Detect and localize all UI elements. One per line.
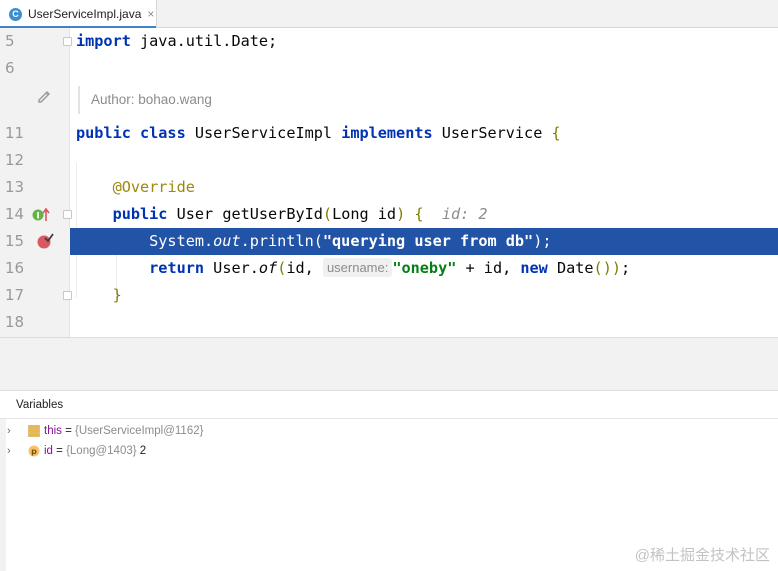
code-line[interactable]: 6 — [0, 55, 778, 82]
code-line[interactable]: 13 @Override — [0, 174, 778, 201]
close-icon[interactable]: × — [147, 7, 154, 21]
variable-name: id — [44, 445, 53, 457]
tab-filename: UserServiceImpl.java — [28, 7, 142, 21]
panel-splitter[interactable] — [0, 337, 778, 391]
code-text: public User getUserById(Long id) { id: 2 — [112, 205, 488, 223]
line-number: 5 — [5, 32, 15, 50]
debug-inline-value: id: 2 — [441, 205, 488, 223]
variable-type: {UserServiceImpl@1162} — [75, 425, 204, 437]
variable-type: {Long@1403} — [66, 445, 137, 457]
variables-title: Variables — [0, 391, 778, 419]
editor-tab-bar: C UserServiceImpl.java × — [0, 0, 778, 29]
code-text: import java.util.Date; — [76, 32, 278, 50]
author-hint[interactable]: Author: bohao.wang — [78, 86, 212, 114]
code-line[interactable]: 5 import java.util.Date; — [0, 28, 778, 55]
code-line[interactable]: 18 — [0, 309, 778, 336]
edit-pencil-icon[interactable] — [36, 88, 52, 104]
code-text: public class UserServiceImpl implements … — [76, 124, 561, 142]
breakpoint-icon[interactable] — [36, 233, 54, 250]
line-number: 16 — [5, 259, 25, 277]
code-text: @Override — [112, 178, 195, 196]
expand-arrow-icon[interactable]: › — [7, 421, 11, 441]
svg-text:I: I — [36, 212, 39, 222]
code-text: } — [112, 286, 122, 304]
variables-panel: Variables › this = {UserServiceImpl@1162… — [0, 391, 778, 571]
fold-icon[interactable] — [63, 210, 72, 219]
java-class-icon: C — [9, 7, 22, 21]
expand-arrow-icon[interactable]: › — [7, 441, 11, 461]
parameter-name-hint: username: — [322, 258, 393, 277]
fold-icon[interactable] — [63, 37, 72, 46]
line-number: 14 — [5, 205, 25, 223]
variable-name: this — [44, 425, 62, 437]
line-number: 18 — [5, 313, 25, 331]
implements-method-icon[interactable]: I — [32, 207, 52, 223]
line-number: 17 — [5, 286, 25, 304]
line-number: 6 — [5, 59, 15, 77]
parameter-icon: p — [28, 445, 40, 457]
watermark: @稀土掘金技术社区 — [634, 547, 770, 564]
line-number: 11 — [5, 124, 25, 142]
code-text: System.out.println("querying user from d… — [76, 232, 552, 250]
code-line[interactable]: 17 } — [0, 282, 778, 309]
line-number: 13 — [5, 178, 25, 196]
tab-userserviceimpl[interactable]: C UserServiceImpl.java × — [0, 0, 157, 29]
current-execution-line[interactable]: 15 System.out.println("querying user fro… — [0, 228, 778, 255]
svg-text:p: p — [31, 447, 37, 456]
field-list-icon — [28, 425, 40, 437]
code-text: return User.of(id, username: "oneby" + id… — [149, 258, 631, 277]
code-line[interactable]: 12 — [0, 147, 778, 174]
line-number: 12 — [5, 151, 25, 169]
code-editor[interactable]: 5 import java.util.Date; 6 Author: bohao… — [0, 28, 778, 337]
code-line[interactable]: 11 public class UserServiceImpl implemen… — [0, 120, 778, 147]
fold-icon[interactable] — [63, 291, 72, 300]
code-line[interactable]: 16 return User.of(id, username: "oneby" +… — [0, 255, 778, 282]
code-line[interactable]: 14 I public User getUserById(Long id) { … — [0, 201, 778, 228]
line-number: 15 — [5, 232, 25, 250]
variable-value: 2 — [136, 445, 147, 457]
